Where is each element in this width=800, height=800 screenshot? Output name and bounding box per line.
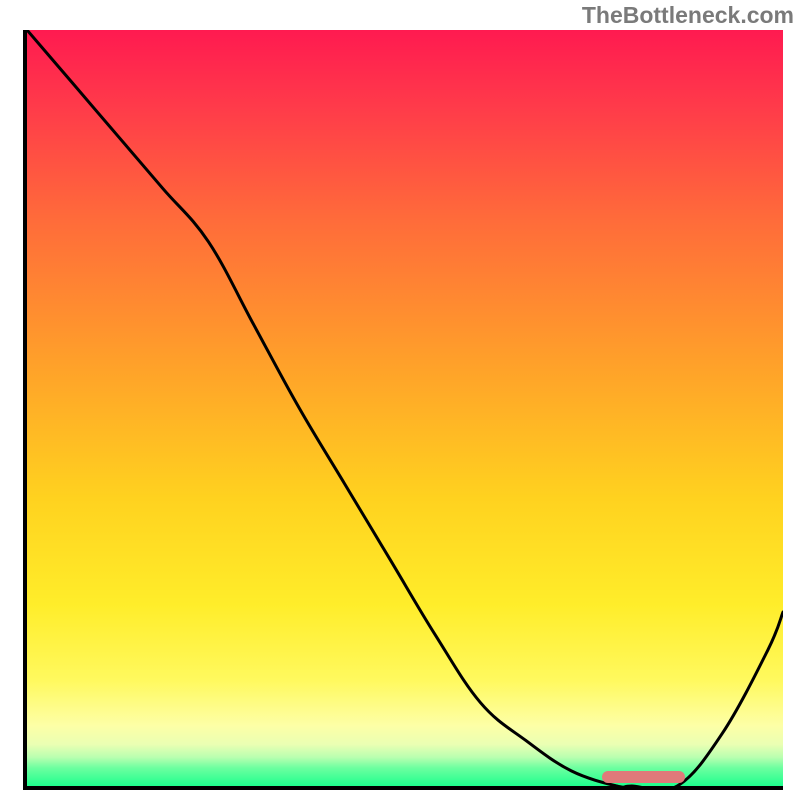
heat-gradient bbox=[27, 30, 783, 786]
chart-stage: TheBottleneck.com bbox=[0, 0, 800, 800]
plot-area bbox=[27, 30, 783, 786]
optimal-marker bbox=[602, 771, 685, 783]
watermark-label: TheBottleneck.com bbox=[582, 2, 794, 29]
